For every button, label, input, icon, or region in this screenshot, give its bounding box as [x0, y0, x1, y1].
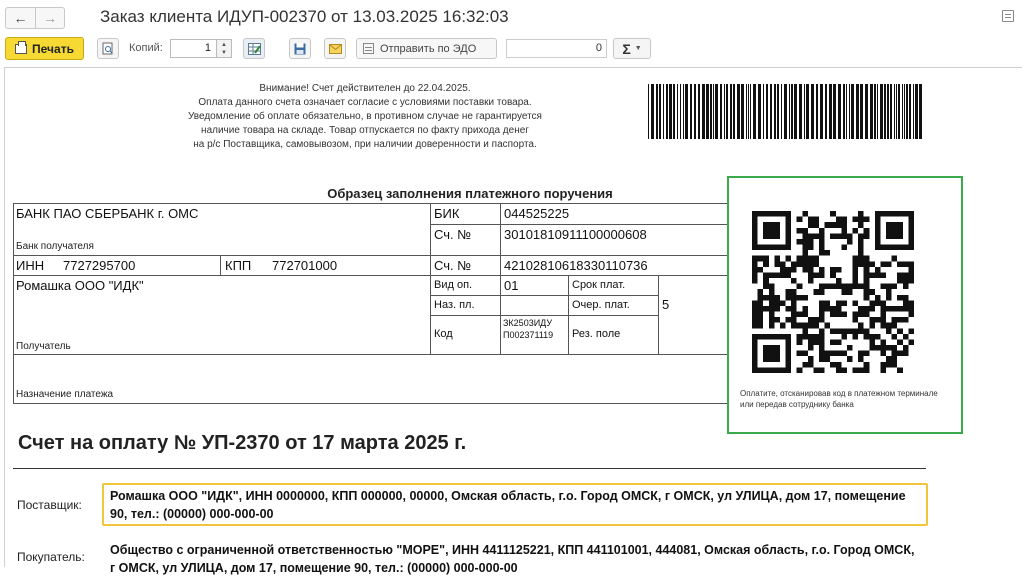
table-rule [568, 275, 569, 354]
qr-caption: Оплатите, отсканировав код в платежном т… [740, 389, 938, 409]
sum-field[interactable]: 0 [506, 39, 607, 58]
table-rule [13, 354, 735, 355]
invoice-title: Счет на оплату № УП-2370 от 17 марта 202… [18, 432, 467, 454]
print-button[interactable]: Печать [5, 37, 84, 60]
table-rule [658, 275, 659, 354]
rez-label: Рез. поле [572, 328, 621, 340]
table-rule [430, 203, 431, 354]
table-rule [13, 203, 735, 204]
table-rule [430, 295, 658, 296]
table-rule [430, 224, 735, 225]
bik-value: 044525225 [504, 206, 570, 221]
table-rule [13, 403, 735, 404]
invoice-notice: Внимание! Счет действителен до 22.04.202… [150, 82, 580, 152]
srok-label: Срок плат. [572, 279, 626, 291]
copies-label: Копий: [129, 42, 163, 54]
edit-table-icon [247, 42, 261, 55]
table-rule [220, 255, 221, 275]
title-divider [13, 468, 926, 469]
account-label: Сч. № [434, 258, 472, 273]
naz-pl-label: Наз. пл. [434, 299, 475, 311]
stepper-up-icon[interactable]: ▲ [221, 41, 227, 49]
bik-label: БИК [434, 206, 460, 221]
payment-sample-title: Образец заполнения платежного поручения [327, 186, 613, 201]
sum-icon: Σ [622, 40, 631, 57]
supplier-details: Ромашка ООО "ИДК", ИНН 0000000, КПП 0000… [110, 489, 906, 521]
copies-input[interactable]: 1 [170, 39, 217, 58]
window-title: Заказ клиента ИДУП-002370 от 13.03.2025 … [100, 7, 509, 26]
vid-op-label: Вид оп. [434, 279, 473, 291]
history-nav: ← → [5, 7, 65, 29]
inn-label: ИНН [16, 258, 45, 273]
more-menu-icon[interactable] [1002, 10, 1014, 22]
kod-value: ЗК2503ИДУ П002371119 [503, 318, 554, 340]
copies-stepper[interactable]: ▲ ▼ [216, 39, 232, 58]
mail-button[interactable] [324, 38, 346, 59]
edo-document-icon [363, 43, 374, 54]
table-rule [13, 275, 735, 276]
mail-icon [328, 43, 342, 54]
chevron-down-icon: ▼ [634, 45, 642, 52]
barcode-image [648, 84, 922, 139]
table-rule [430, 315, 658, 316]
arrow-right-icon: → [43, 10, 57, 26]
print-button-label: Печать [32, 41, 74, 56]
notice-line: Оплата данного счета означает согласие с… [198, 97, 532, 108]
table-rule [13, 203, 14, 403]
bank-label: Банк получателя [16, 241, 94, 252]
table-rule [500, 203, 501, 354]
recipient-name: Ромашка ООО "ИДК" [16, 278, 144, 293]
title-bar: ← → Заказ клиента ИДУП-002370 от 13.03.2… [0, 0, 1024, 34]
edit-table-button[interactable] [243, 38, 265, 59]
recipient-label: Получатель [16, 341, 71, 352]
send-edo-label: Отправить по ЭДО [380, 42, 477, 55]
notice-line: Уведомление об оплате обязательно, в про… [188, 111, 542, 122]
corr-account-label: Сч. № [434, 227, 472, 242]
buyer-details: Общество с ограниченной ответственностью… [110, 543, 915, 575]
kpp-value: 772701000 [272, 258, 338, 273]
inn-value: 7727295700 [63, 258, 136, 273]
save-button[interactable] [289, 38, 311, 59]
corr-account-value: 30101810911100000608 [504, 227, 647, 242]
printer-icon [15, 40, 28, 54]
bank-name: БАНК ПАО СБЕРБАНК г. ОМС [16, 206, 199, 221]
buyer-label: Покупатель: [17, 550, 85, 564]
kpp-label: КПП [225, 258, 252, 273]
kod-label: Код [434, 328, 453, 340]
notice-line: наличие товара на складе. Товар отпускае… [201, 125, 529, 136]
send-edo-button[interactable]: Отправить по ЭДО [356, 38, 497, 59]
forward-button[interactable]: → [35, 8, 64, 28]
table-rule [13, 255, 735, 256]
vid-op-value: 01 [504, 278, 519, 293]
preview-icon [102, 42, 113, 55]
notice-line: на р/с Поставщика, самовывозом, при нали… [193, 139, 537, 150]
preview-button[interactable] [97, 38, 119, 59]
notice-line: Внимание! Счет действителен до 22.04.202… [259, 83, 471, 94]
arrow-left-icon: ← [13, 10, 28, 26]
ochered-label: Очер. плат. [572, 299, 630, 311]
account-value: 42102810618330110736 [504, 258, 648, 273]
stepper-down-icon[interactable]: ▼ [221, 49, 227, 57]
save-disk-icon [294, 43, 306, 54]
back-button[interactable]: ← [6, 8, 35, 28]
toolbar: Печать Копий: 1 ▲ ▼ Отправить по ЭДО 0 Σ … [0, 34, 1024, 62]
supplier-label: Поставщик: [17, 498, 82, 512]
sum-button[interactable]: Σ ▼ [613, 38, 651, 59]
payment-purpose-label: Назначение платежа [16, 389, 114, 400]
qr-code-image [752, 211, 914, 373]
ochered-value: 5 [662, 297, 670, 312]
